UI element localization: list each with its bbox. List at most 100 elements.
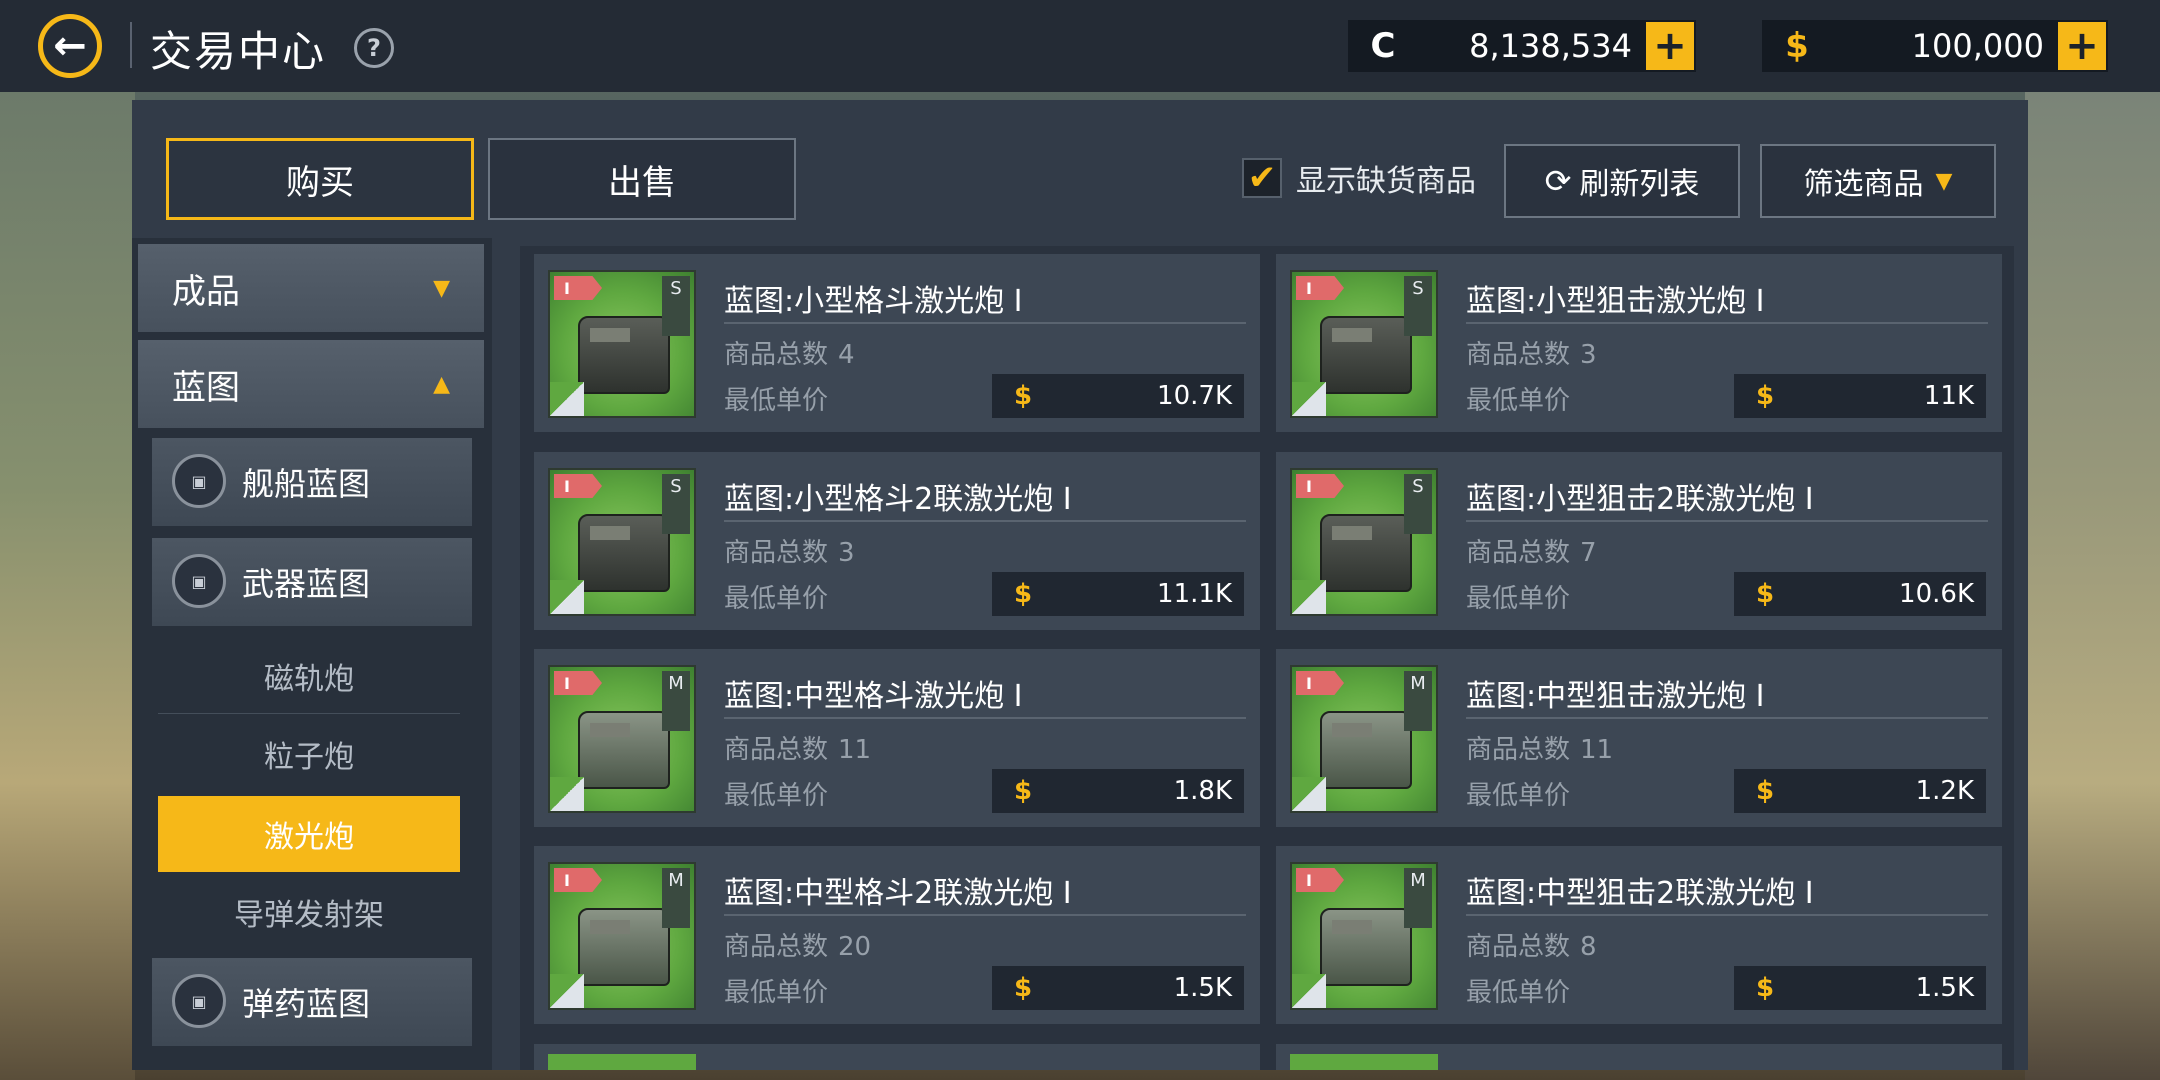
item-count: 商品总数 11 xyxy=(724,735,872,765)
blueprint-thumbnail: I S xyxy=(1290,468,1438,616)
dollar-icon: $ xyxy=(1013,776,1033,806)
dollar-icon: $ xyxy=(1013,973,1033,1003)
dollar-icon: $ xyxy=(1755,381,1775,411)
item-card[interactable]: I S 蓝图:小型狙击激光炮 I 商品总数 3 最低单价 $11K xyxy=(1276,254,2002,432)
item-grid: I S 蓝图:小型格斗激光炮 I 商品总数 4 最低单价 $10.7K I S 蓝… xyxy=(520,246,2014,1070)
item-count: 商品总数 11 xyxy=(1466,735,1614,765)
item-card[interactable]: I M 蓝图:中型狙击2联激光炮 I 商品总数 8 最低单价 $1.5K xyxy=(1276,846,2002,1024)
back-button[interactable]: ← xyxy=(38,14,102,78)
background-left xyxy=(0,90,135,1080)
item-card[interactable]: I S 蓝图:小型格斗激光炮 I 商品总数 4 最低单价 $10.7K xyxy=(534,254,1260,432)
refresh-label: 刷新列表 xyxy=(1579,167,1700,202)
item-card[interactable]: I M 蓝图:中型格斗激光炮 I 商品总数 11 最低单价 $1.8K xyxy=(534,649,1260,827)
price-value: 1.5K xyxy=(1173,973,1232,1003)
show-out-of-stock-toggle[interactable]: ✔ 显示缺货商品 xyxy=(1242,156,1476,200)
lowest-price-label: 最低单价 xyxy=(724,978,829,1008)
turret-icon xyxy=(1320,514,1412,592)
price-value: 1.8K xyxy=(1173,776,1232,806)
page-curl-icon xyxy=(550,974,584,1008)
weapon-type-particle[interactable]: 粒子炮 xyxy=(158,716,460,792)
category-label: 蓝图 xyxy=(172,367,240,408)
item-divider xyxy=(1466,914,1988,916)
category-blueprints[interactable]: 蓝图 ▲ xyxy=(138,340,484,428)
item-card-partial[interactable] xyxy=(534,1044,1260,1070)
tier-badge: I xyxy=(554,671,602,695)
turret-icon xyxy=(578,908,670,986)
size-badge: M xyxy=(662,671,690,731)
tab-sell[interactable]: 出售 xyxy=(488,138,796,220)
category-sidebar: 成品 ▼ 蓝图 ▲ ▣ 舰船蓝图 ▣ 武器蓝图 磁轨炮 粒子炮 激光炮 导弹发射… xyxy=(132,238,492,1070)
dollar-icon: $ xyxy=(1755,776,1775,806)
turret-icon xyxy=(578,316,670,394)
item-name: 蓝图:小型格斗2联激光炮 I xyxy=(724,482,1072,517)
subcategory-ammo-blueprints[interactable]: ▣ 弹药蓝图 xyxy=(152,958,472,1046)
turret-icon xyxy=(1320,316,1412,394)
subcategory-label: 弹药蓝图 xyxy=(242,985,371,1023)
subcategory-label: 舰船蓝图 xyxy=(242,465,371,503)
tier-badge: I xyxy=(1296,276,1344,300)
blueprint-thumbnail: I M xyxy=(548,665,696,813)
item-card[interactable]: I S 蓝图:小型狙击2联激光炮 I 商品总数 7 最低单价 $10.6K xyxy=(1276,452,2002,630)
subcategory-ship-blueprints[interactable]: ▣ 舰船蓝图 xyxy=(152,438,472,526)
item-count: 商品总数 7 xyxy=(1466,538,1597,568)
item-count: 商品总数 20 xyxy=(724,932,872,962)
subcategory-weapon-blueprints[interactable]: ▣ 武器蓝图 xyxy=(152,538,472,626)
item-name: 蓝图:小型格斗激光炮 I xyxy=(724,284,1023,319)
price-box: $1.2K xyxy=(1734,769,1986,813)
show-out-of-stock-label: 显示缺货商品 xyxy=(1296,164,1476,199)
price-box: $10.6K xyxy=(1734,572,1986,616)
chevron-down-icon: ▼ xyxy=(1935,168,1953,194)
filter-label: 筛选商品 xyxy=(1803,167,1924,202)
blueprint-thumbnail xyxy=(548,1054,696,1070)
size-badge: S xyxy=(1404,474,1432,534)
refresh-list-button[interactable]: ⟳ 刷新列表 xyxy=(1504,144,1740,218)
item-card[interactable]: I M 蓝图:中型格斗2联激光炮 I 商品总数 20 最低单价 $1.5K xyxy=(534,846,1260,1024)
price-box: $1.5K xyxy=(1734,966,1986,1010)
add-credits-button[interactable]: + xyxy=(1646,22,1694,70)
size-badge: M xyxy=(1404,868,1432,928)
price-value: 1.5K xyxy=(1915,973,1974,1003)
item-card-partial[interactable] xyxy=(1276,1044,2002,1070)
turret-icon xyxy=(578,711,670,789)
item-divider xyxy=(1466,717,1988,719)
checkbox-checked[interactable]: ✔ xyxy=(1242,158,1282,198)
lowest-price-label: 最低单价 xyxy=(1466,584,1571,614)
lowest-price-label: 最低单价 xyxy=(724,386,829,416)
page-curl-icon xyxy=(1292,777,1326,811)
item-name: 蓝图:中型格斗2联激光炮 I xyxy=(724,876,1072,911)
credits-icon: C xyxy=(1370,26,1396,66)
tab-buy[interactable]: 购买 xyxy=(166,138,474,220)
lowest-price-label: 最低单价 xyxy=(1466,978,1571,1008)
page-curl-icon xyxy=(1292,974,1326,1008)
trade-panel: 购买 出售 ✔ 显示缺货商品 ⟳ 刷新列表 筛选商品 ▼ 成品 ▼ 蓝图 ▲ ▣… xyxy=(132,100,2028,1070)
blueprint-thumbnail: I S xyxy=(548,270,696,418)
weapon-type-laser[interactable]: 激光炮 xyxy=(158,796,460,872)
lowest-price-label: 最低单价 xyxy=(724,584,829,614)
price-value: 1.2K xyxy=(1915,776,1974,806)
item-count: 商品总数 3 xyxy=(724,538,855,568)
top-bar: ← 交易中心 ? C 8,138,534 + $ 100,000 + xyxy=(0,0,2160,92)
category-finished-goods[interactable]: 成品 ▼ xyxy=(138,244,484,332)
item-divider xyxy=(1466,322,1988,324)
item-card[interactable]: I M 蓝图:中型狙击激光炮 I 商品总数 11 最低单价 $1.2K xyxy=(1276,649,2002,827)
item-count: 商品总数 3 xyxy=(1466,340,1597,370)
weapon-type-railgun[interactable]: 磁轨炮 xyxy=(158,638,460,714)
weapon-type-missile[interactable]: 导弹发射架 xyxy=(158,874,460,950)
blueprint-thumbnail: I M xyxy=(1290,665,1438,813)
credits-display: C 8,138,534 + xyxy=(1348,20,1696,72)
background-right xyxy=(2025,90,2160,1080)
ship-blueprint-icon: ▣ xyxy=(172,454,226,508)
help-icon[interactable]: ? xyxy=(354,28,394,68)
turret-icon xyxy=(1320,908,1412,986)
blueprint-thumbnail: I M xyxy=(548,862,696,1010)
filter-items-button[interactable]: 筛选商品 ▼ xyxy=(1760,144,1996,218)
size-badge: S xyxy=(1404,276,1432,336)
item-card[interactable]: I S 蓝图:小型格斗2联激光炮 I 商品总数 3 最低单价 $11.1K xyxy=(534,452,1260,630)
add-dollars-button[interactable]: + xyxy=(2058,22,2106,70)
price-value: 11.1K xyxy=(1157,579,1232,609)
item-name: 蓝图:中型狙击2联激光炮 I xyxy=(1466,876,1814,911)
back-arrow-icon: ← xyxy=(53,23,87,69)
lowest-price-label: 最低单价 xyxy=(1466,386,1571,416)
price-value: 10.7K xyxy=(1157,381,1232,411)
page-curl-icon xyxy=(550,580,584,614)
